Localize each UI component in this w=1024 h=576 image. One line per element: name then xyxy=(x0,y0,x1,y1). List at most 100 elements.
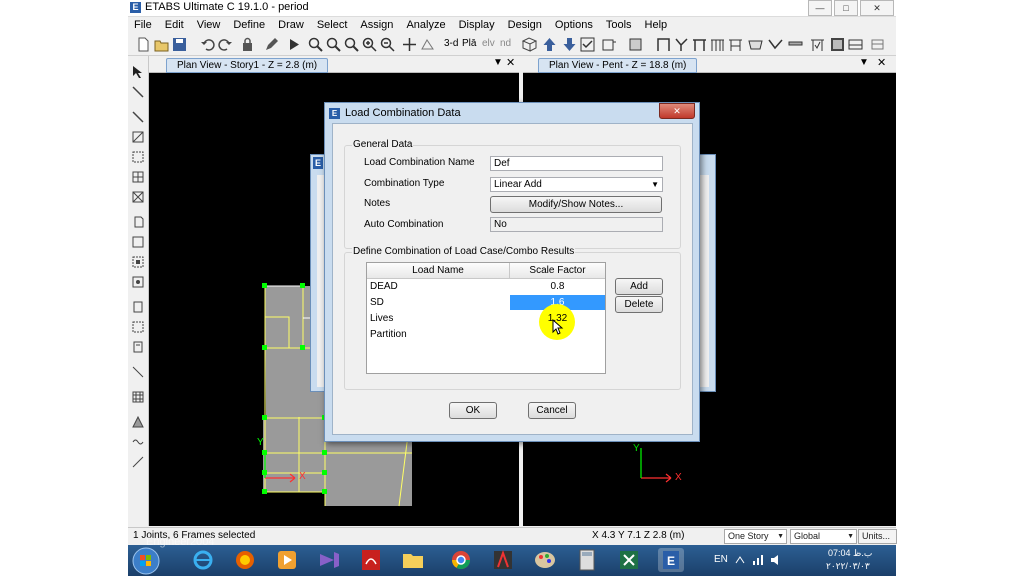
draw-section-cut-icon[interactable] xyxy=(132,301,144,313)
volume-icon[interactable] xyxy=(770,554,782,566)
menu-display[interactable]: Display xyxy=(453,17,502,34)
file-explorer-icon[interactable] xyxy=(400,548,426,572)
draw-grid-icon[interactable] xyxy=(870,37,885,52)
open-file-icon[interactable] xyxy=(154,37,169,52)
view-3d-button[interactable]: 3-d xyxy=(444,38,458,49)
right-pane-dropdown-icon[interactable]: ▼ xyxy=(859,57,869,68)
draw-secondary-beam-icon[interactable] xyxy=(728,37,743,52)
maximize-button[interactable]: □ xyxy=(834,0,858,16)
units-button[interactable]: Units... xyxy=(858,529,897,544)
firefox-icon[interactable] xyxy=(232,548,258,572)
move-down-icon[interactable] xyxy=(562,37,577,52)
minimize-button[interactable]: — xyxy=(808,0,832,16)
tab-plan-pent[interactable]: Plan View - Pent - Z = 18.8 (m) xyxy=(538,58,698,73)
pointer-icon[interactable] xyxy=(132,66,144,78)
start-button-icon[interactable] xyxy=(131,546,161,576)
autocad-icon[interactable] xyxy=(490,548,516,572)
chrome-icon[interactable] xyxy=(448,548,474,572)
menu-select[interactable]: Select xyxy=(311,17,355,34)
menu-edit[interactable]: Edit xyxy=(159,17,191,34)
draw-ramp-icon[interactable] xyxy=(788,37,803,52)
tray-arrow-icon[interactable] xyxy=(734,555,746,565)
display-options-icon[interactable] xyxy=(628,37,643,52)
quick-draw-area-icon[interactable] xyxy=(132,151,144,163)
add-button[interactable]: Add xyxy=(615,278,663,295)
combo-type-select[interactable]: Linear Add ▼ xyxy=(490,177,663,192)
draw-brace-tool-icon[interactable] xyxy=(132,191,144,203)
menu-view[interactable]: View xyxy=(191,17,228,34)
coord-system-combo[interactable]: Global ▼ xyxy=(790,529,857,544)
scale-factor-cell[interactable]: 0.8 xyxy=(510,279,605,294)
clock-date[interactable]: ۲۰۲۲/۰۳/۰۳ xyxy=(826,561,870,572)
left-pane-close-icon[interactable]: ✕ xyxy=(506,56,515,69)
new-file-icon[interactable] xyxy=(136,37,151,52)
zoom-full-icon[interactable] xyxy=(344,37,359,52)
menu-help[interactable]: Help xyxy=(639,17,675,34)
elevation-view-button[interactable]: elv xyxy=(482,38,495,49)
draw-line-2-icon[interactable] xyxy=(132,366,144,378)
save-icon[interactable] xyxy=(172,37,187,52)
ok-button[interactable]: OK xyxy=(449,402,497,419)
draw-grid-tool-icon[interactable] xyxy=(132,391,144,403)
draw-design-strip-icon[interactable] xyxy=(132,456,144,468)
left-pane-dropdown-icon[interactable]: ▼ xyxy=(493,57,503,68)
language-indicator[interactable]: EN xyxy=(714,554,728,565)
draw-reference-icon[interactable] xyxy=(132,341,144,353)
right-pane-close-icon[interactable]: ✕ xyxy=(877,56,886,69)
table-row[interactable]: DEAD 0.8 xyxy=(367,279,605,294)
draw-dimension-icon[interactable] xyxy=(132,321,144,333)
tab-plan-story1[interactable]: Plan View - Story1 - Z = 2.8 (m) xyxy=(166,58,329,73)
paint-icon[interactable] xyxy=(532,548,558,572)
run-analysis-icon[interactable] xyxy=(286,37,301,52)
menu-analyze[interactable]: Analyze xyxy=(400,17,452,34)
select-all-icon[interactable] xyxy=(580,37,595,52)
clock-time[interactable]: 07:04 ب.ظ xyxy=(828,548,872,559)
draw-beam-icon[interactable] xyxy=(692,37,707,52)
rotate-3d-icon[interactable] xyxy=(420,37,435,52)
undo-icon[interactable] xyxy=(200,37,215,52)
draw-point-icon[interactable] xyxy=(132,276,144,288)
excel-icon[interactable] xyxy=(616,548,642,572)
media-player-icon[interactable] xyxy=(274,548,300,572)
zoom-window-icon[interactable] xyxy=(308,37,323,52)
pdf-reader-icon[interactable] xyxy=(358,548,384,572)
move-up-icon[interactable] xyxy=(542,37,557,52)
draw-links-icon[interactable] xyxy=(830,37,845,52)
lock-icon[interactable] xyxy=(240,37,255,52)
cancel-button[interactable]: Cancel xyxy=(528,402,576,419)
menu-draw[interactable]: Draw xyxy=(272,17,311,34)
draw-tendon-icon[interactable] xyxy=(848,37,863,52)
pencil-icon[interactable] xyxy=(264,37,279,52)
draw-area-icon[interactable] xyxy=(132,131,144,143)
network-icon[interactable] xyxy=(752,554,764,566)
combo-name-input[interactable]: Def xyxy=(490,156,663,171)
table-row[interactable]: Lives 1.32 xyxy=(367,304,605,340)
draw-frame-icon[interactable] xyxy=(656,37,671,52)
reshape-icon[interactable] xyxy=(132,86,144,98)
close-button[interactable]: ✕ xyxy=(860,0,894,16)
redo-icon[interactable] xyxy=(218,37,233,52)
draw-wall-tool-icon[interactable] xyxy=(132,216,144,228)
perspective-icon[interactable] xyxy=(522,37,537,52)
visual-studio-icon[interactable] xyxy=(316,548,342,572)
nd-view-button[interactable]: nd xyxy=(500,38,511,49)
menu-assign[interactable]: Assign xyxy=(354,17,400,34)
draw-column-icon[interactable] xyxy=(132,171,144,183)
select-objects-icon[interactable] xyxy=(602,37,617,52)
ie-icon[interactable] xyxy=(190,548,216,572)
draw-floor-icon[interactable] xyxy=(132,236,144,248)
draw-stair-icon[interactable] xyxy=(132,416,144,428)
zoom-restore-icon[interactable] xyxy=(326,37,341,52)
draw-columns-icon[interactable] xyxy=(710,37,725,52)
draw-rect-area-icon[interactable] xyxy=(132,256,144,268)
delete-button[interactable]: Delete xyxy=(615,296,663,313)
draw-wall-icon[interactable] xyxy=(748,37,763,52)
table-row[interactable]: SD 1.6 xyxy=(367,295,605,310)
etabs-taskbar-icon[interactable]: E xyxy=(658,548,684,572)
menu-design[interactable]: Design xyxy=(502,17,549,34)
menu-options[interactable]: Options xyxy=(549,17,600,34)
scale-factor-cell[interactable] xyxy=(510,327,605,342)
table-row[interactable]: Partition xyxy=(367,327,605,342)
menu-define[interactable]: Define xyxy=(227,17,272,34)
draw-line-icon[interactable] xyxy=(132,111,144,123)
